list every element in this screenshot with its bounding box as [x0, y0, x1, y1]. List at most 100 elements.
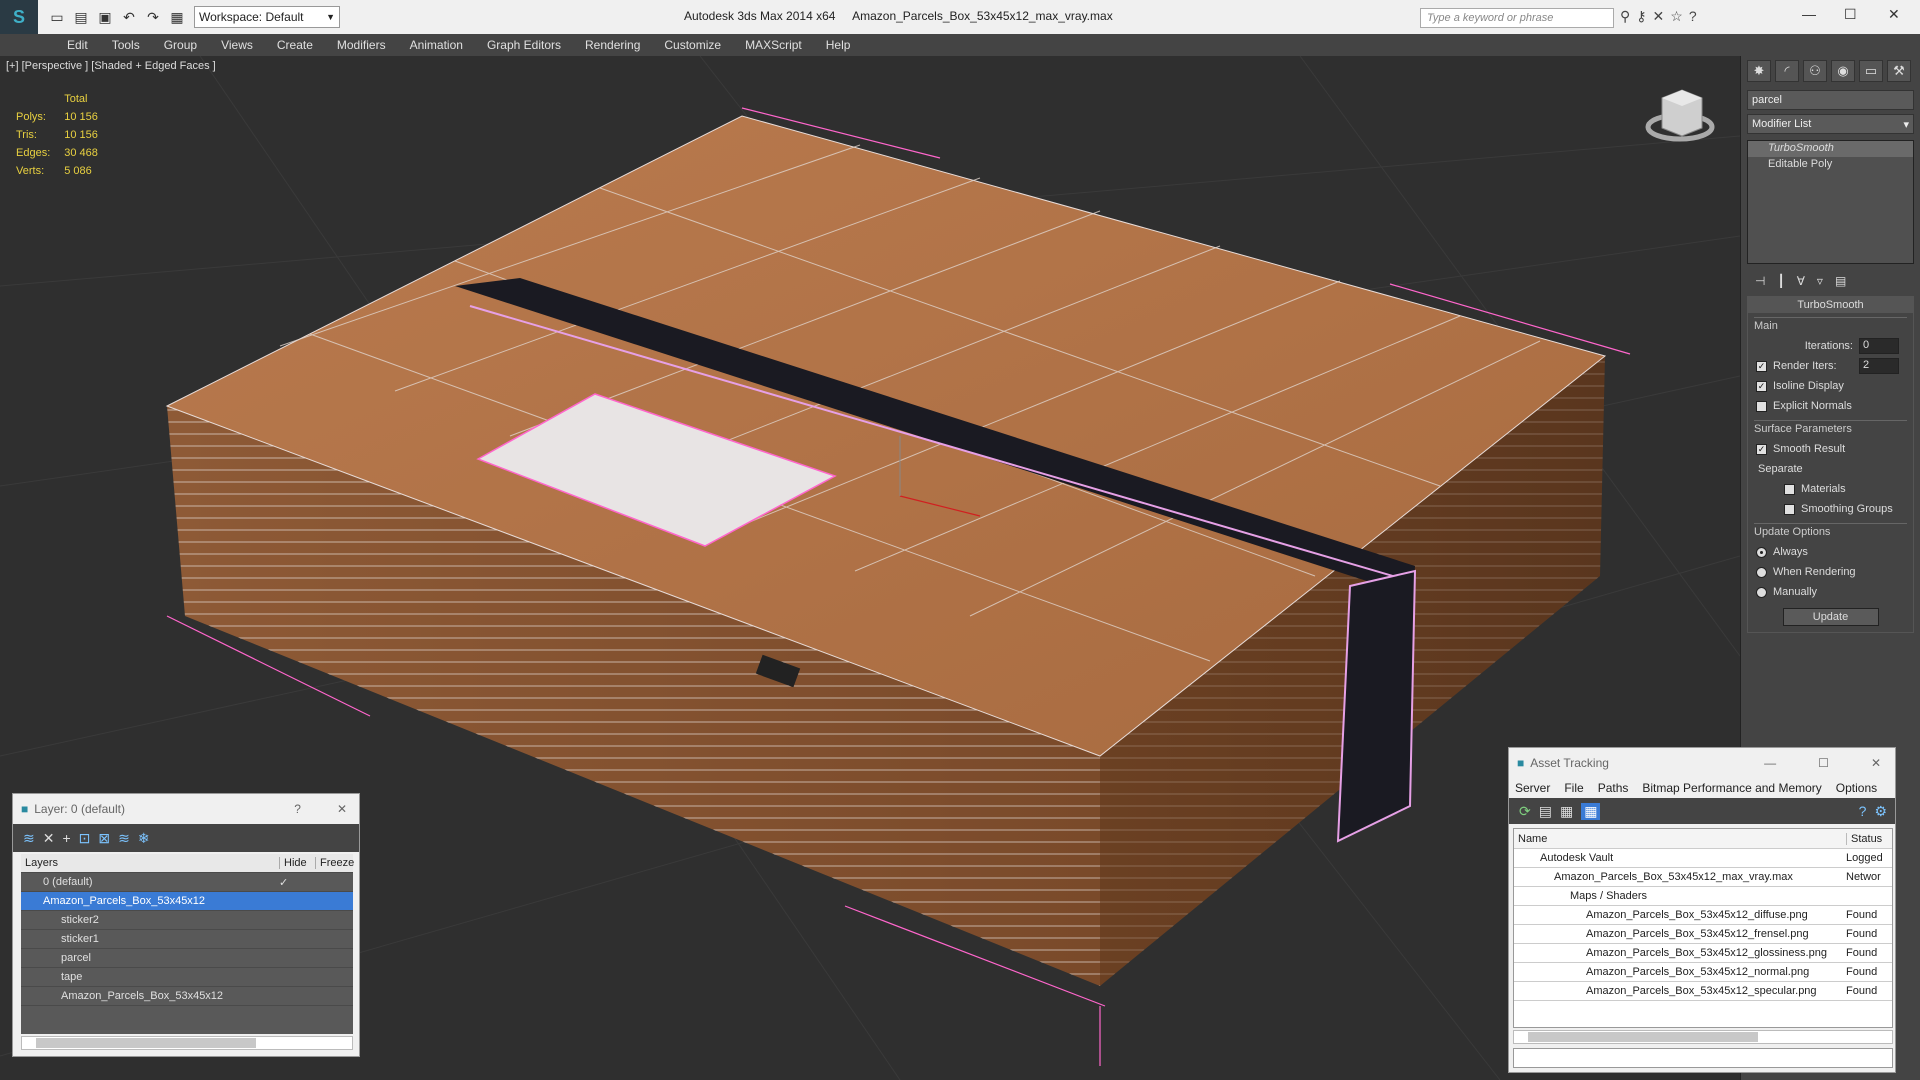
render-iters-spinner[interactable]: 2 — [1859, 358, 1899, 374]
help-icon[interactable]: ? — [1859, 803, 1867, 819]
create-tab-icon[interactable]: ✸ — [1747, 60, 1771, 82]
add-to-layer-icon[interactable]: + — [62, 830, 70, 846]
project-folder-icon[interactable]: ▦ — [166, 6, 188, 28]
minimize-button[interactable]: — — [1764, 756, 1812, 770]
minimize-button[interactable]: — — [1802, 6, 1816, 22]
modify-tab-icon[interactable]: ◜ — [1775, 60, 1799, 82]
menu-group[interactable]: Group — [152, 38, 209, 52]
refresh-icon[interactable]: ⟳ — [1519, 803, 1531, 820]
highlight-layer-icon[interactable]: ⊠ — [98, 830, 110, 847]
maximize-button[interactable]: ☐ — [1818, 756, 1865, 770]
create-layer-icon[interactable]: ≋ — [23, 830, 35, 847]
remove-modifier-icon[interactable]: ▿ — [1817, 274, 1823, 288]
table-view-icon[interactable]: ▦ — [1581, 802, 1601, 820]
select-objects-icon[interactable]: ⊡ — [79, 830, 91, 847]
asset-menu-file[interactable]: File — [1564, 781, 1583, 795]
menu-tools[interactable]: Tools — [100, 38, 152, 52]
undo-icon[interactable]: ↶ — [118, 6, 140, 28]
hierarchy-tab-icon[interactable]: ⚇ — [1803, 60, 1827, 82]
close-icon[interactable]: ✕ — [337, 802, 359, 816]
motion-tab-icon[interactable]: ◉ — [1831, 60, 1855, 82]
asset-row[interactable]: Amazon_Parcels_Box_53x45x12_specular.png… — [1514, 982, 1892, 1001]
display-tab-icon[interactable]: ▭ — [1859, 60, 1883, 82]
show-end-result-icon[interactable]: ┃ — [1777, 274, 1784, 288]
smoothing-groups-checkbox[interactable] — [1784, 503, 1795, 515]
stack-item-turbosmooth[interactable]: TurboSmooth — [1748, 141, 1913, 157]
rollout-header[interactable]: TurboSmooth — [1748, 297, 1913, 313]
layer-row[interactable]: sticker2 — [21, 911, 353, 930]
horizontal-scrollbar[interactable] — [21, 1036, 353, 1050]
column-freeze[interactable]: Freeze — [315, 857, 354, 869]
asset-row[interactable]: Amazon_Parcels_Box_53x45x12_glossiness.p… — [1514, 944, 1892, 963]
column-hide[interactable]: Hide — [279, 857, 315, 869]
menu-graph-editors[interactable]: Graph Editors — [475, 38, 573, 52]
search-input[interactable]: Type a keyword or phrase — [1420, 8, 1614, 28]
asset-menu-bitmap[interactable]: Bitmap Performance and Memory — [1642, 781, 1821, 795]
viewport-label[interactable]: [+] [Perspective ] [Shaded + Edged Faces… — [6, 60, 216, 72]
configure-sets-icon[interactable]: ▤ — [1835, 274, 1846, 288]
materials-checkbox[interactable] — [1784, 483, 1795, 495]
save-icon[interactable]: ▣ — [94, 6, 116, 28]
redo-icon[interactable]: ↷ — [142, 6, 164, 28]
key-icon[interactable]: ⚷ — [1636, 8, 1646, 25]
menu-help[interactable]: Help — [814, 38, 863, 52]
asset-row[interactable]: Autodesk Vault Logged — [1514, 849, 1892, 868]
layer-row-selected[interactable]: Amazon_Parcels_Box_53x45x12 — [21, 892, 353, 911]
pin-stack-icon[interactable]: ⊣ — [1755, 274, 1765, 288]
delete-layer-icon[interactable]: ✕ — [43, 830, 55, 847]
iterations-spinner[interactable]: 0 — [1859, 338, 1899, 354]
menu-create[interactable]: Create — [265, 38, 325, 52]
close-icon[interactable]: ✕ — [1871, 756, 1895, 770]
menu-animation[interactable]: Animation — [398, 38, 475, 52]
star-icon[interactable]: ☆ — [1670, 8, 1683, 25]
asset-menu-server[interactable]: Server — [1515, 781, 1550, 795]
hide-all-icon[interactable]: ≋ — [118, 830, 130, 847]
layer-row[interactable]: 0 (default) ✓ — [21, 873, 353, 892]
column-layers[interactable]: Layers — [21, 857, 279, 869]
app-logo-icon[interactable]: S — [0, 0, 38, 34]
workspace-dropdown[interactable]: Workspace: Default ▼ — [194, 6, 340, 28]
help-button[interactable]: ? — [294, 802, 331, 816]
list-view-icon[interactable]: ▤ — [1539, 803, 1552, 820]
menu-modifiers[interactable]: Modifiers — [325, 38, 398, 52]
asset-path-field[interactable] — [1513, 1048, 1893, 1068]
layer-row[interactable]: Amazon_Parcels_Box_53x45x12 — [21, 987, 353, 1006]
horizontal-scrollbar[interactable] — [1513, 1030, 1893, 1044]
stack-item-editable-poly[interactable]: Editable Poly — [1748, 157, 1913, 173]
settings-icon[interactable]: ⚙ — [1874, 803, 1895, 820]
asset-row[interactable]: Amazon_Parcels_Box_53x45x12_frensel.png F… — [1514, 925, 1892, 944]
always-radio[interactable] — [1756, 546, 1767, 558]
layer-row[interactable]: sticker1 — [21, 930, 353, 949]
asset-menu-options[interactable]: Options — [1836, 781, 1877, 795]
asset-row[interactable]: Amazon_Parcels_Box_53x45x12_max_vray.max… — [1514, 868, 1892, 887]
make-unique-icon[interactable]: ∀ — [1797, 274, 1805, 288]
when-rendering-radio[interactable] — [1756, 566, 1767, 578]
utilities-tab-icon[interactable]: ⚒ — [1887, 60, 1911, 82]
exchange-icon[interactable]: ✕ — [1653, 8, 1665, 25]
update-button[interactable]: Update — [1782, 608, 1879, 626]
binoculars-icon[interactable]: ⚲ — [1620, 8, 1630, 25]
render-iters-checkbox[interactable]: ✓ — [1756, 360, 1767, 372]
asset-row[interactable]: Maps / Shaders — [1514, 887, 1892, 906]
help-icon[interactable]: ? — [1689, 8, 1697, 25]
column-name[interactable]: Name — [1514, 833, 1846, 845]
explicit-normals-checkbox[interactable] — [1756, 400, 1767, 412]
asset-row[interactable]: Amazon_Parcels_Box_53x45x12_normal.png Fo… — [1514, 963, 1892, 982]
asset-menu-paths[interactable]: Paths — [1598, 781, 1629, 795]
menu-maxscript[interactable]: MAXScript — [733, 38, 814, 52]
menu-views[interactable]: Views — [209, 38, 265, 52]
thumbnail-view-icon[interactable]: ▦ — [1560, 803, 1573, 820]
column-status[interactable]: Status — [1846, 832, 1882, 845]
menu-customize[interactable]: Customize — [652, 38, 733, 52]
menu-rendering[interactable]: Rendering — [573, 38, 652, 52]
asset-row[interactable]: Amazon_Parcels_Box_53x45x12_diffuse.png F… — [1514, 906, 1892, 925]
layer-row[interactable]: parcel — [21, 949, 353, 968]
freeze-all-icon[interactable]: ❄ — [138, 830, 150, 847]
scrollbar-thumb[interactable] — [36, 1038, 256, 1048]
new-file-icon[interactable]: ▭ — [46, 6, 68, 28]
modifier-list-dropdown[interactable]: Modifier List ▾ — [1747, 114, 1914, 134]
object-name-field[interactable]: parcel — [1747, 90, 1914, 110]
isoline-display-checkbox[interactable]: ✓ — [1756, 380, 1767, 392]
layer-row[interactable]: tape — [21, 968, 353, 987]
viewcube-icon[interactable] — [1645, 89, 1715, 142]
